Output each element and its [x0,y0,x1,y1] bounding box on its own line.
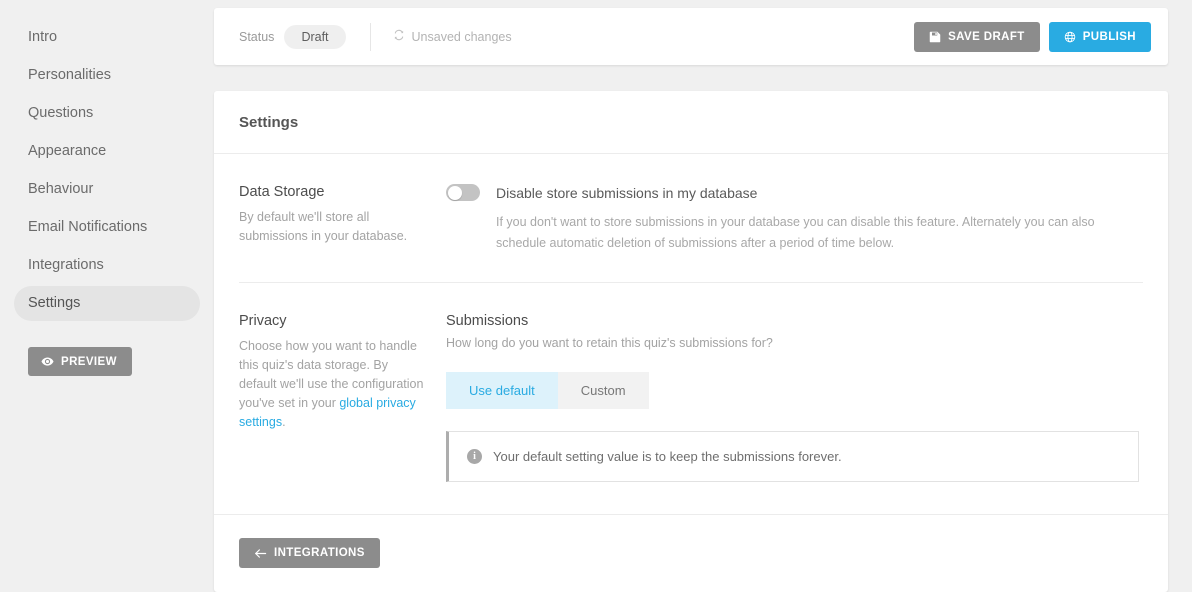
sidebar-item-intro[interactable]: Intro [14,20,200,55]
settings-card: Settings Data Storage By default we'll s… [214,91,1168,592]
arrow-left-icon [254,548,267,559]
privacy-section: Privacy Choose how you want to handle th… [214,283,1168,482]
sidebar-item-label: Behaviour [28,181,94,197]
sidebar-item-label: Integrations [28,257,104,273]
disable-storage-row: Disable store submissions in my database [446,184,1143,201]
sidebar-item-integrations[interactable]: Integrations [14,248,200,283]
data-storage-title: Data Storage [239,184,325,200]
sidebar-item-questions[interactable]: Questions [14,96,200,131]
back-to-integrations-button[interactable]: INTEGRATIONS [239,538,380,568]
sidebar-item-label: Questions [28,105,94,121]
sidebar-item-behaviour[interactable]: Behaviour [14,172,200,207]
preview-button-label: PREVIEW [61,355,117,368]
save-draft-button[interactable]: SAVE DRAFT [914,21,1040,52]
submissions-question: How long do you want to retain this quiz… [446,336,773,350]
sync-icon [393,29,405,44]
submissions-title: Submissions [446,313,529,329]
topbar-actions: SAVE DRAFT PUBLISH [914,21,1151,52]
sidebar-item-settings[interactable]: Settings [14,286,200,321]
globe-icon [1064,31,1076,43]
eye-icon [41,355,54,368]
data-storage-info: Data Storage By default we'll store all … [239,184,446,254]
retention-segmented-control: Use default Custom [446,372,1143,409]
privacy-description: Choose how you want to handle this quiz'… [239,337,428,432]
save-draft-label: SAVE DRAFT [948,30,1025,43]
info-icon: i [467,449,482,464]
sidebar-item-label: Intro [28,29,58,45]
privacy-info: Privacy Choose how you want to handle th… [239,313,446,482]
settings-card-footer: INTEGRATIONS [214,514,1168,592]
status-bar: Status Draft Unsaved changes SAVE DRAFT [214,8,1168,65]
data-storage-controls: Disable store submissions in my database… [446,184,1143,254]
back-to-integrations-label: INTEGRATIONS [274,547,365,559]
settings-card-title: Settings [214,91,1168,154]
disable-storage-label: Disable store submissions in my database [496,184,758,201]
app-root: Intro Personalities Questions Appearance… [0,0,1192,592]
sidebar-item-label: Settings [28,295,81,311]
disable-storage-toggle[interactable] [446,184,480,201]
privacy-description-suffix: . [282,415,286,429]
toggle-knob [447,185,462,200]
privacy-controls: Submissions How long do you want to reta… [446,313,1143,482]
sidebar-item-appearance[interactable]: Appearance [14,134,200,169]
sidebar-item-email-notifications[interactable]: Email Notifications [14,210,200,245]
data-storage-help-text: If you don't want to store submissions i… [496,215,1095,250]
save-icon [929,31,941,43]
status-label: Status [239,29,275,44]
unsaved-changes-label: Unsaved changes [411,29,512,44]
sidebar-item-personalities[interactable]: Personalities [14,58,200,93]
privacy-title: Privacy [239,313,287,329]
publish-button[interactable]: PUBLISH [1048,21,1151,52]
data-storage-description: By default we'll store all submissions i… [239,210,408,243]
sidebar-item-label: Personalities [28,67,112,83]
default-setting-alert-text: Your default setting value is to keep th… [493,449,842,464]
sidebar-item-label: Email Notifications [28,219,148,235]
status-badge[interactable]: Draft [284,24,346,49]
sidebar-item-label: Appearance [28,143,107,159]
default-setting-alert: i Your default setting value is to keep … [446,431,1139,482]
sidebar-nav: Intro Personalities Questions Appearance… [0,20,214,321]
divider [369,22,371,51]
data-storage-section: Data Storage By default we'll store all … [214,154,1168,254]
main-content: Status Draft Unsaved changes SAVE DRAFT [214,0,1192,592]
retention-option-use-default[interactable]: Use default [446,372,558,409]
preview-button[interactable]: PREVIEW [28,347,132,376]
publish-label: PUBLISH [1082,30,1136,43]
unsaved-changes-indicator: Unsaved changes [393,29,512,44]
sidebar: Intro Personalities Questions Appearance… [0,0,214,573]
retention-option-custom[interactable]: Custom [557,372,649,409]
